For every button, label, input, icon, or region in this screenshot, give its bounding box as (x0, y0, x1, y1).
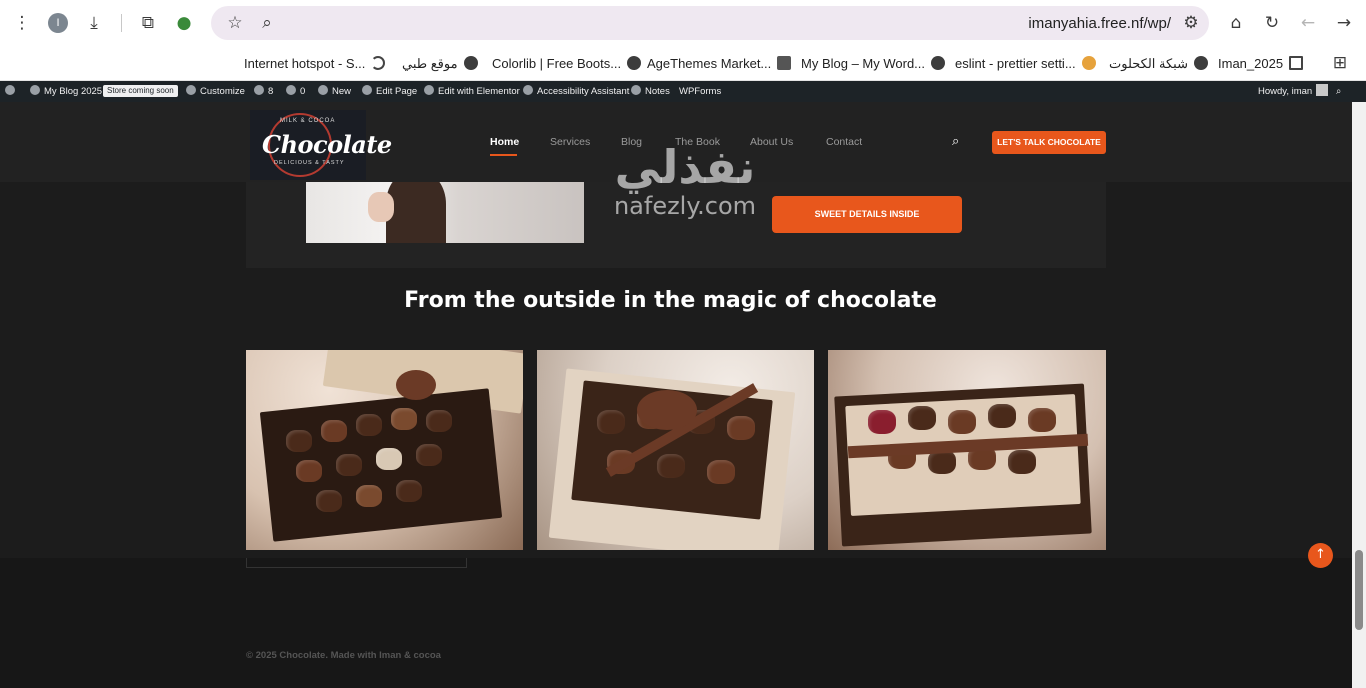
logo-tagline-bottom: DELICIOUS & TASTY (274, 160, 345, 166)
globe-icon (627, 56, 642, 70)
avatar (1316, 84, 1329, 96)
admin-search-icon[interactable]: ⌕ (1336, 81, 1341, 102)
reload-icon[interactable]: ↻ (1260, 11, 1284, 35)
page-scrollbar[interactable] (1352, 102, 1366, 688)
bookmark-folder-iman[interactable]: Iman_2025 (1218, 53, 1304, 75)
bookmark-kahlout[interactable]: شبكة الكحلوت (1109, 53, 1208, 75)
hero-woman-image (306, 182, 584, 243)
admin-comments[interactable]: 0 (286, 81, 305, 102)
watermark-latin: nafezly.com (613, 192, 757, 220)
section-title: From the outside in the magic of chocola… (404, 288, 937, 313)
profile-avatar[interactable]: I (48, 13, 68, 33)
stackoverflow-icon (1081, 56, 1096, 70)
globe-icon (931, 56, 946, 70)
agethemes-icon (777, 56, 792, 70)
site-viewport: MILK & COCOA Chocolate DELICIOUS & TASTY… (0, 102, 1352, 688)
notes-icon (631, 85, 641, 95)
globe-icon (463, 56, 478, 70)
bookmark-my-blog[interactable]: My Blog – My Word... (801, 53, 946, 75)
pencil-icon (362, 85, 372, 95)
admin-elementor[interactable]: Edit with Elementor (424, 81, 520, 102)
extensions-icon[interactable]: ⧉ (136, 11, 160, 35)
site-search-icon[interactable]: ⌕ (952, 134, 968, 150)
back-icon[interactable]: → (1332, 11, 1356, 35)
nav-services[interactable]: Services (550, 136, 590, 148)
forward-icon[interactable]: ← (1296, 11, 1320, 35)
footer-outline (246, 558, 467, 568)
nav-active-indicator (490, 154, 517, 156)
chocolate-box-image-2 (537, 350, 814, 550)
bookmark-star-icon[interactable]: ☆ (223, 11, 247, 35)
lets-talk-chocolate-button[interactable]: LET'S TALK CHOCOLATE (992, 131, 1106, 154)
nafezly-watermark: نفذلي nafezly.com (600, 142, 770, 220)
plus-icon (318, 85, 328, 95)
admin-updates[interactable]: 8 (254, 81, 273, 102)
back-to-top-button[interactable]: ↑ (1308, 543, 1333, 568)
dashboard-icon (30, 85, 40, 95)
chocolate-box-image-3 (828, 350, 1106, 550)
admin-notes[interactable]: Notes (631, 81, 670, 102)
admin-edit-page[interactable]: Edit Page (362, 81, 417, 102)
menu-kebab-icon[interactable]: ⋮ (10, 11, 34, 35)
site-footer: © 2025 Chocolate. Made with Iman & cocoa (0, 558, 1352, 688)
download-icon[interactable]: ⤓ (82, 11, 106, 35)
scrollbar-thumb[interactable] (1355, 550, 1363, 630)
bookmark-colorlib[interactable]: Colorlib | Free Boots... (492, 53, 642, 75)
moon-icon (371, 56, 386, 70)
hair-shape (386, 182, 446, 243)
nav-home[interactable]: Home (490, 136, 519, 148)
chocolate-box-image-1 (246, 350, 523, 550)
admin-new[interactable]: New (318, 81, 351, 102)
elementor-icon (424, 85, 434, 95)
update-icon (254, 85, 264, 95)
admin-accessibility[interactable]: Accessibility Assistant (523, 81, 629, 102)
search-icon[interactable]: ⌕ (255, 11, 279, 35)
apps-grid-icon[interactable]: ⊞ (1328, 51, 1352, 75)
site-settings-icon[interactable]: ⚙ (1179, 11, 1203, 35)
admin-site-name[interactable]: My Blog 2025 (30, 81, 102, 102)
wp-admin-bar: My Blog 2025 Store coming soon Customize… (0, 81, 1366, 102)
admin-howdy[interactable]: Howdy, iman (1258, 81, 1329, 102)
globe-icon (1193, 56, 1208, 70)
logo-tagline-top: MILK & COCOA (280, 118, 336, 124)
logo-wordmark: Chocolate (262, 130, 392, 159)
home-icon[interactable]: ⌂ (1224, 11, 1248, 35)
nav-contact[interactable]: Contact (826, 136, 862, 148)
address-bar[interactable]: ☆ ⌕ imanyahia.free.nf/wp/ ⚙ (211, 6, 1209, 40)
bookmark-internet-hotspot[interactable]: Internet hotspot - S... (244, 53, 386, 75)
folder-icon (1289, 56, 1304, 70)
sweet-details-button[interactable]: SWEET DETAILS INSIDE (772, 196, 962, 233)
accessibility-icon (523, 85, 533, 95)
url-text[interactable]: imanyahia.free.nf/wp/ (1028, 15, 1171, 32)
site-logo[interactable]: MILK & COCOA Chocolate DELICIOUS & TASTY (250, 110, 392, 180)
wordpress-logo-icon[interactable] (5, 81, 15, 102)
admin-customize[interactable]: Customize (186, 81, 245, 102)
comment-icon (286, 85, 296, 95)
bookmark-medical-site[interactable]: موقع طبي (402, 53, 478, 75)
bookmarks-bar: Internet hotspot - S... موقع طبي Colorli… (0, 46, 1366, 81)
store-status-badge[interactable]: Store coming soon (103, 81, 178, 102)
extension-globe-icon[interactable]: ● (172, 11, 196, 35)
toolbar-divider (121, 14, 122, 32)
bookmark-agethemes[interactable]: AgeThemes Market... (647, 53, 792, 75)
admin-wpforms[interactable]: WPForms (679, 81, 721, 102)
bookmark-eslint[interactable]: eslint - prettier setti... (955, 53, 1096, 75)
watermark-arabic: نفذلي (614, 140, 756, 194)
browser-toolbar: ⋮ I ⤓ ⧉ ● ☆ ⌕ imanyahia.free.nf/wp/ ⚙ ⌂ … (0, 0, 1366, 46)
brush-icon (186, 85, 196, 95)
copyright-text: © 2025 Chocolate. Made with Iman & cocoa (246, 650, 441, 661)
hand-shape (368, 192, 394, 222)
